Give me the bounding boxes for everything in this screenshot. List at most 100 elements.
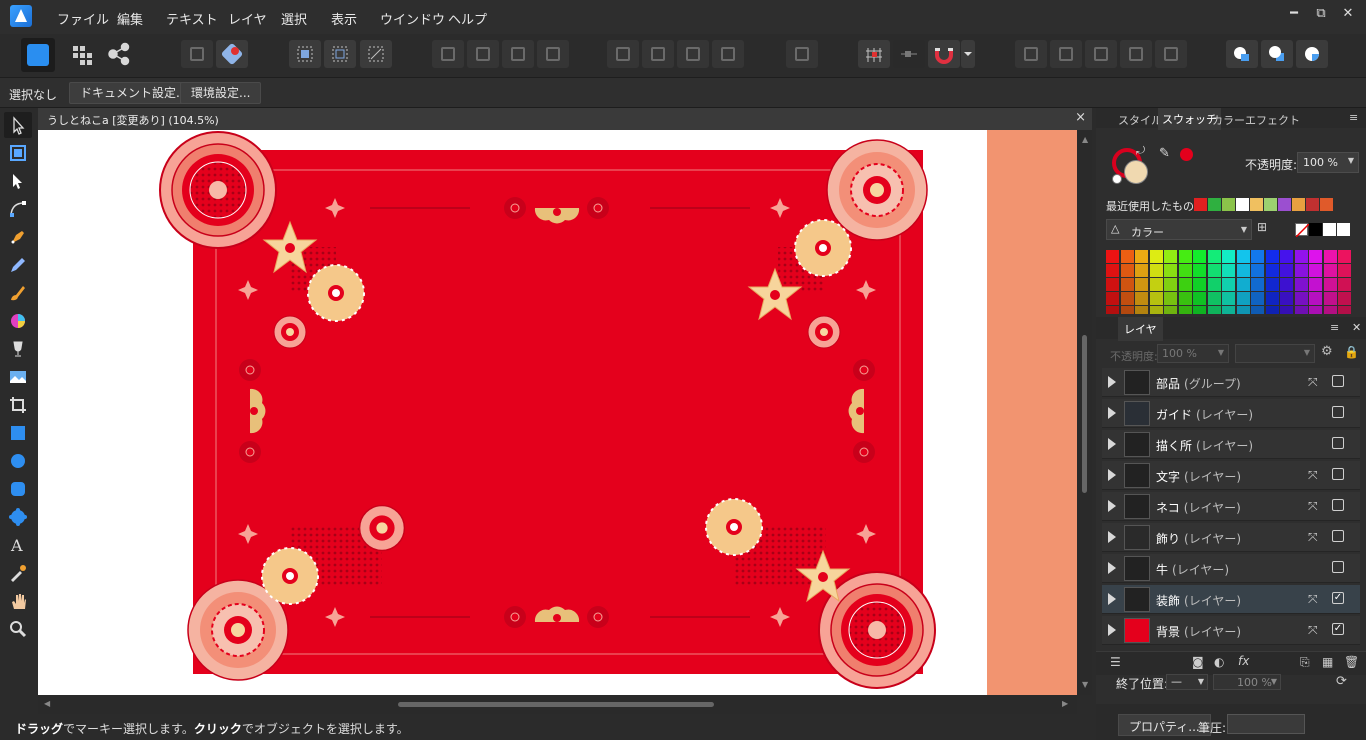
expand-arrow-icon[interactable]	[1108, 376, 1116, 388]
expand-arrow-icon[interactable]	[1108, 469, 1116, 481]
palette-swatch[interactable]	[1222, 264, 1235, 277]
palette-swatch[interactable]	[1323, 264, 1337, 277]
fx-icon[interactable]: fx	[1238, 654, 1249, 668]
palette-swatch[interactable]	[1323, 250, 1337, 263]
flip-vertical-button[interactable]	[642, 40, 674, 68]
swatch-black[interactable]	[1309, 223, 1322, 236]
palette-swatch[interactable]	[1251, 264, 1264, 277]
rotate-right-button[interactable]	[712, 40, 744, 68]
view-tool[interactable]	[8, 591, 28, 611]
fill-well[interactable]	[1124, 160, 1148, 184]
rounded-rectangle-tool[interactable]	[8, 479, 28, 499]
palette-swatch[interactable]	[1280, 264, 1293, 277]
home-button[interactable]	[181, 40, 213, 68]
group-icon[interactable]: ▦	[1322, 655, 1333, 669]
deselect-button[interactable]	[324, 40, 356, 68]
preferences-button[interactable]: 環境設定...	[180, 82, 262, 104]
vertical-scrollbar[interactable]: ▲ ▼	[1077, 130, 1092, 695]
palette-swatch[interactable]	[1178, 264, 1192, 277]
expand-arrow-icon[interactable]	[1108, 593, 1116, 605]
align-button[interactable]	[786, 40, 818, 68]
palette-swatch[interactable]	[1280, 250, 1293, 263]
recent-color-swatch[interactable]	[1208, 198, 1221, 211]
end-scale-field[interactable]: 100 % ▼	[1213, 674, 1281, 690]
palette-swatch[interactable]	[1106, 292, 1119, 305]
recent-color-swatch[interactable]	[1320, 198, 1333, 211]
insert-top-button[interactable]	[1296, 40, 1328, 68]
lock-icon[interactable]: ⤧	[1308, 623, 1318, 638]
palette-swatch[interactable]	[1309, 278, 1322, 291]
lock-icon[interactable]: ⤧	[1308, 592, 1318, 607]
zoom-tool[interactable]	[8, 619, 28, 639]
palette-swatch[interactable]	[1338, 250, 1351, 263]
palette-swatch[interactable]	[1135, 264, 1148, 277]
palette-swatch[interactable]	[1338, 264, 1351, 277]
swatch-white[interactable]	[1323, 223, 1336, 236]
tab-color[interactable]: カラー	[1212, 112, 1245, 128]
palette-swatch[interactable]	[1236, 278, 1250, 291]
export-persona-button[interactable]	[103, 40, 135, 68]
palette-swatch[interactable]	[1251, 278, 1264, 291]
recent-color-swatch[interactable]	[1306, 198, 1319, 211]
layer-row[interactable]: ネコ (レイヤー) ⤧	[1102, 492, 1360, 521]
palette-swatch[interactable]	[1265, 292, 1279, 305]
visibility-checkbox[interactable]: ✓	[1332, 592, 1344, 604]
palette-swatch[interactable]	[1120, 250, 1134, 263]
visibility-checkbox[interactable]	[1332, 561, 1344, 573]
crop-tool[interactable]	[8, 395, 28, 415]
palette-swatch[interactable]	[1193, 264, 1206, 277]
no-fill-icon[interactable]	[1112, 174, 1122, 184]
layer-row[interactable]: 描く所 (レイヤー)	[1102, 430, 1360, 459]
pen-tool[interactable]	[8, 227, 28, 247]
palette-swatch[interactable]	[1164, 264, 1177, 277]
palette-swatch[interactable]	[1207, 278, 1221, 291]
palette-swatch[interactable]	[1265, 250, 1279, 263]
palette-swatch[interactable]	[1149, 250, 1163, 263]
snapping-button[interactable]	[928, 40, 960, 68]
lock-icon[interactable]: 🔒	[1344, 345, 1359, 359]
rectangle-tool[interactable]	[8, 423, 28, 443]
palette-swatch[interactable]	[1164, 250, 1177, 263]
arrange-front-button[interactable]	[537, 40, 569, 68]
palette-swatch[interactable]	[1135, 250, 1148, 263]
palette-swatch[interactable]	[1135, 306, 1148, 314]
palette-swatch[interactable]	[1120, 292, 1134, 305]
palette-swatch[interactable]	[1135, 278, 1148, 291]
arrange-backward-button[interactable]	[467, 40, 499, 68]
horizontal-scroll-thumb[interactable]	[398, 702, 714, 707]
menu-layer[interactable]: レイヤ	[228, 9, 267, 28]
palette-swatch[interactable]	[1236, 250, 1250, 263]
color-picker-tool[interactable]	[8, 563, 28, 583]
palette-swatch[interactable]	[1338, 306, 1351, 314]
palette-swatch[interactable]	[1222, 250, 1235, 263]
palette-swatch[interactable]	[1207, 264, 1221, 277]
boolean-intersect-button[interactable]	[1085, 40, 1117, 68]
palette-swatch[interactable]	[1120, 278, 1134, 291]
snapping-dropdown[interactable]	[961, 40, 975, 68]
refresh-icon[interactable]: ⟳	[1336, 674, 1347, 689]
move-tool[interactable]	[4, 112, 32, 138]
lock-icon[interactable]: ⤧	[1308, 530, 1318, 545]
ellipse-tool[interactable]	[8, 451, 28, 471]
recent-color-swatch[interactable]	[1236, 198, 1249, 211]
mask-icon[interactable]: ◙	[1192, 655, 1204, 669]
menu-view[interactable]: 表示	[331, 9, 357, 28]
palette-swatch[interactable]	[1280, 306, 1293, 314]
palette-swatch[interactable]	[1193, 278, 1206, 291]
layer-row[interactable]: 部品 (グループ) ⤧	[1102, 368, 1360, 397]
palette-swatch[interactable]	[1207, 250, 1221, 263]
minimize-button[interactable]: ━	[1284, 6, 1304, 21]
boolean-divide-button[interactable]	[1155, 40, 1187, 68]
menu-help[interactable]: ヘルプ	[448, 9, 487, 28]
palette-swatch[interactable]	[1106, 278, 1119, 291]
arrange-back-button[interactable]	[432, 40, 464, 68]
canvas[interactable]	[38, 130, 1077, 695]
arrange-forward-button[interactable]	[502, 40, 534, 68]
palette-swatch[interactable]	[1338, 292, 1351, 305]
expand-arrow-icon[interactable]	[1108, 562, 1116, 574]
scroll-right-icon[interactable]: ▶	[1062, 699, 1068, 708]
fill-tool[interactable]	[8, 311, 28, 331]
palette-swatch[interactable]	[1265, 264, 1279, 277]
boolean-subtract-button[interactable]	[1050, 40, 1082, 68]
add-swatch-icon[interactable]: ⊞	[1257, 220, 1267, 234]
